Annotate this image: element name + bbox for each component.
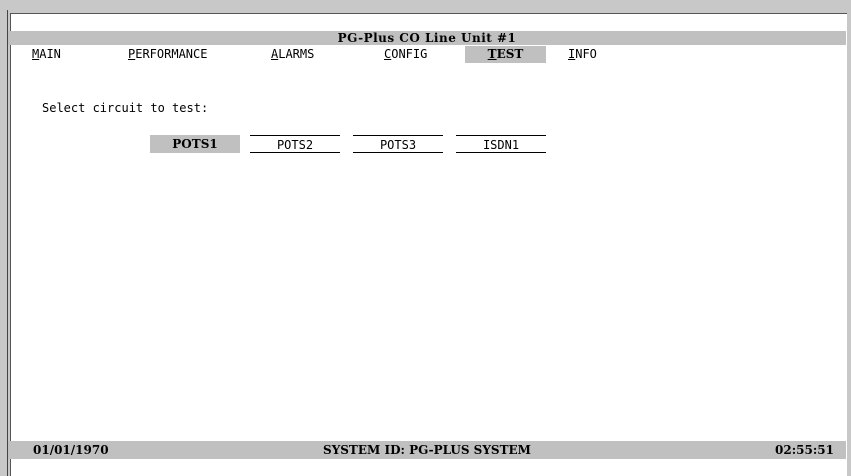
- menu-performance[interactable]: PERFORMANCE: [128, 46, 207, 63]
- title-bar: PG-Plus CO Line Unit #1: [8, 31, 846, 45]
- status-bar: 01/01/1970 SYSTEM ID: PG-PLUS SYSTEM 02:…: [8, 441, 846, 459]
- menu-alarms[interactable]: ALARMS: [271, 46, 314, 63]
- window-frame-top: [0, 0, 851, 13]
- circuit-isdn1[interactable]: ISDN1: [456, 135, 546, 153]
- window-title: PG-Plus CO Line Unit #1: [337, 31, 517, 45]
- menu-main[interactable]: MAIN: [32, 46, 61, 63]
- status-time: 02:55:51: [775, 443, 834, 457]
- circuit-pots2[interactable]: POTS2: [250, 135, 340, 153]
- circuit-pots3[interactable]: POTS3: [353, 135, 443, 153]
- window-frame-left: [0, 0, 10, 476]
- window-frame-right: [847, 0, 851, 476]
- test-prompt: Select circuit to test:: [42, 101, 209, 115]
- menu-test[interactable]: TEST: [465, 46, 546, 63]
- status-system-id: SYSTEM ID: PG-PLUS SYSTEM: [323, 443, 531, 457]
- menu-info[interactable]: INFO: [568, 46, 597, 63]
- menu-config[interactable]: CONFIG: [384, 46, 427, 63]
- window-frame-edge: [7, 10, 8, 476]
- circuit-pots1[interactable]: POTS1: [150, 135, 240, 153]
- terminal-screen: [10, 13, 847, 476]
